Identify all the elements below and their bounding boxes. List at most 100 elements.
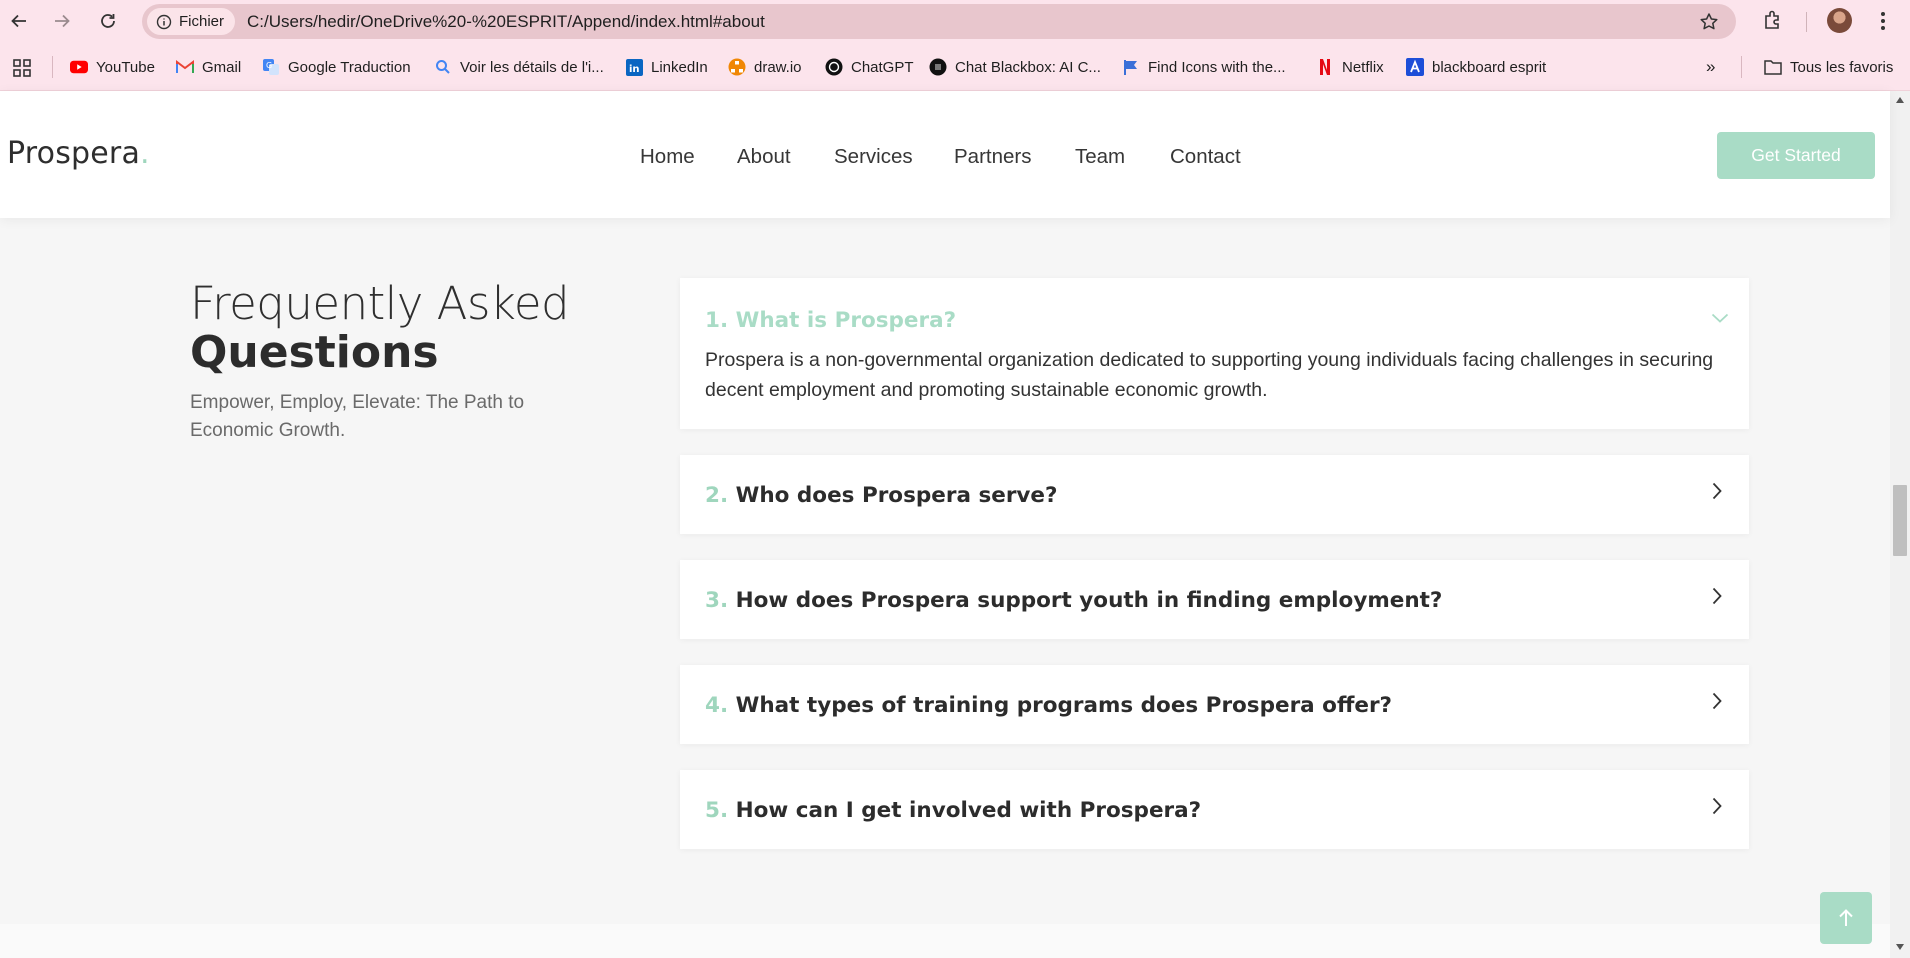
- gmail-icon: [176, 58, 194, 76]
- chevron-right-icon[interactable]: [1711, 692, 1723, 710]
- bookmark-label: Google Traduction: [288, 58, 411, 76]
- faq-item[interactable]: 3. How does Prospera support youth in fi…: [680, 560, 1749, 639]
- reload-icon: [101, 14, 115, 28]
- get-started-button[interactable]: Get Started: [1717, 132, 1875, 179]
- bookmark-chatgpt[interactable]: ChatGPT: [825, 57, 914, 77]
- all-bookmarks-label: Tous les favoris: [1790, 58, 1894, 76]
- nav-link-services[interactable]: Services: [834, 145, 913, 169]
- faq-title: Frequently Asked: [190, 277, 570, 330]
- bookmarks-overflow-button[interactable]: »: [1706, 57, 1715, 77]
- nav-link-partners[interactable]: Partners: [954, 145, 1031, 169]
- site-chip-label: Fichier: [179, 13, 225, 30]
- bookmark-gmail[interactable]: Gmail: [176, 57, 241, 77]
- faq-number: 4.: [705, 693, 729, 718]
- faq-answer: Prospera is a non-governmental organizat…: [705, 349, 1714, 401]
- extensions-icon[interactable]: [1762, 9, 1784, 31]
- all-bookmarks-folder[interactable]: Tous les favoris: [1764, 57, 1893, 77]
- faq-title-emphasis: Questions: [190, 327, 439, 378]
- bookmark-chat-blackbox[interactable]: Chat Blackbox: AI C...: [929, 57, 1101, 77]
- bookmark-google-traduction[interactable]: G Google Traduction: [262, 57, 411, 77]
- faq-question[interactable]: 4. What types of training programs does …: [705, 693, 1392, 718]
- scroll-up-arrow-icon[interactable]: [1895, 96, 1905, 104]
- scrollbar-thumb[interactable]: [1893, 485, 1907, 556]
- site-logo[interactable]: Prospera.: [7, 136, 150, 171]
- web-page: Prospera. Home About Services Partners T…: [0, 91, 1910, 958]
- bookmark-voir-details[interactable]: Voir les détails de l'i...: [434, 57, 604, 77]
- site-info-chip[interactable]: Fichier: [147, 8, 236, 35]
- bookmark-label: Chat Blackbox: AI C...: [955, 58, 1101, 76]
- youtube-icon: [70, 58, 88, 76]
- faq-number: 5.: [705, 798, 729, 823]
- faq-number: 1.: [705, 308, 729, 333]
- bookmark-label: LinkedIn: [651, 58, 708, 76]
- nav-link-about[interactable]: About: [737, 145, 791, 169]
- bookmark-label: Voir les détails de l'i...: [460, 58, 604, 76]
- browser-toolbar: Fichier C:/Users/hedir/OneDrive%20-%20ES…: [0, 0, 1910, 43]
- bookmark-label: ChatGPT: [851, 58, 914, 76]
- scroll-down-arrow-icon[interactable]: [1895, 943, 1905, 951]
- forward-button[interactable]: [51, 10, 73, 32]
- overflow-chevron-icon: »: [1706, 57, 1716, 76]
- faq-question[interactable]: 5. How can I get involved with Prospera?: [705, 798, 1201, 823]
- arrow-up-icon: [1839, 909, 1853, 926]
- bookmark-label: Find Icons with the...: [1148, 58, 1286, 76]
- chevron-right-icon[interactable]: [1711, 587, 1723, 605]
- chevron-right-icon[interactable]: [1711, 482, 1723, 500]
- chevron-right-icon[interactable]: [1711, 797, 1723, 815]
- nav-link-team[interactable]: Team: [1075, 145, 1125, 169]
- bookmarks-separator: [52, 56, 53, 78]
- back-arrow-icon: [11, 14, 26, 28]
- bookmark-label: blackboard esprit: [1432, 58, 1547, 76]
- nav-link-home[interactable]: Home: [640, 145, 695, 169]
- bookmark-linkedin[interactable]: in LinkedIn: [625, 57, 708, 77]
- url-text[interactable]: C:/Users/hedir/OneDrive%20-%20ESPRIT/App…: [247, 12, 765, 32]
- menu-kebab-icon[interactable]: [1880, 10, 1886, 32]
- profile-avatar[interactable]: [1827, 8, 1852, 33]
- nav-link-contact[interactable]: Contact: [1170, 145, 1241, 169]
- faq-question-text: How can I get involved with Prospera?: [735, 798, 1202, 823]
- faq-question[interactable]: 2. Who does Prospera serve?: [705, 483, 1058, 508]
- faq-question[interactable]: 3. How does Prospera support youth in fi…: [705, 588, 1442, 613]
- bookmark-find-icons[interactable]: Find Icons with the...: [1122, 57, 1286, 77]
- toolbar-divider: [1806, 12, 1807, 32]
- bookmark-netflix[interactable]: Netflix: [1316, 57, 1384, 77]
- netflix-icon: [1316, 58, 1334, 76]
- next-section-edge: [0, 924, 1890, 958]
- bookmark-blackboard[interactable]: blackboard esprit: [1406, 57, 1546, 77]
- bookmarks-separator: [1741, 56, 1742, 78]
- bookmark-label: draw.io: [754, 58, 802, 76]
- drawio-icon: [728, 58, 746, 76]
- bookmark-drawio[interactable]: draw.io: [728, 57, 802, 77]
- google-translate-icon: G: [262, 58, 280, 76]
- faq-question-text: Who does Prospera serve?: [735, 483, 1058, 508]
- reload-button[interactable]: [97, 10, 119, 32]
- scroll-to-top-button[interactable]: [1820, 892, 1872, 944]
- address-bar[interactable]: Fichier C:/Users/hedir/OneDrive%20-%20ES…: [142, 4, 1736, 39]
- faq-number: 3.: [705, 588, 729, 613]
- bookmark-label: Netflix: [1342, 58, 1384, 76]
- info-icon: [156, 14, 172, 29]
- svg-text:G: G: [266, 61, 272, 70]
- svg-text:in: in: [629, 64, 640, 75]
- apps-grid-icon[interactable]: [13, 59, 31, 77]
- chatgpt-icon: [825, 58, 843, 76]
- folder-icon: [1764, 58, 1782, 76]
- linkedin-icon: in: [625, 58, 643, 76]
- search-icon: [434, 58, 452, 76]
- faq-item[interactable]: 4. What types of training programs does …: [680, 665, 1749, 744]
- chevron-down-icon[interactable]: [1711, 312, 1729, 324]
- site-header: Prospera. Home About Services Partners T…: [0, 91, 1890, 218]
- faq-item[interactable]: 2. Who does Prospera serve?: [680, 455, 1749, 534]
- bookmark-label: YouTube: [96, 58, 155, 76]
- back-button[interactable]: [8, 10, 30, 32]
- faq-subtitle: Empower, Employ, Elevate: The Path to Ec…: [190, 392, 525, 441]
- flag-icon: [1122, 58, 1140, 76]
- faq-item[interactable]: 5. How can I get involved with Prospera?: [680, 770, 1749, 849]
- faq-item: 1. What is Prospera? Prospera is a non-g…: [680, 278, 1749, 429]
- logo-text: Prospera: [7, 136, 141, 171]
- faq-number: 2.: [705, 483, 729, 508]
- bookmark-youtube[interactable]: YouTube: [70, 57, 155, 77]
- faq-question[interactable]: 1. What is Prospera?: [705, 308, 956, 333]
- forward-arrow-icon: [55, 14, 70, 28]
- bookmark-star-icon[interactable]: [1699, 12, 1719, 32]
